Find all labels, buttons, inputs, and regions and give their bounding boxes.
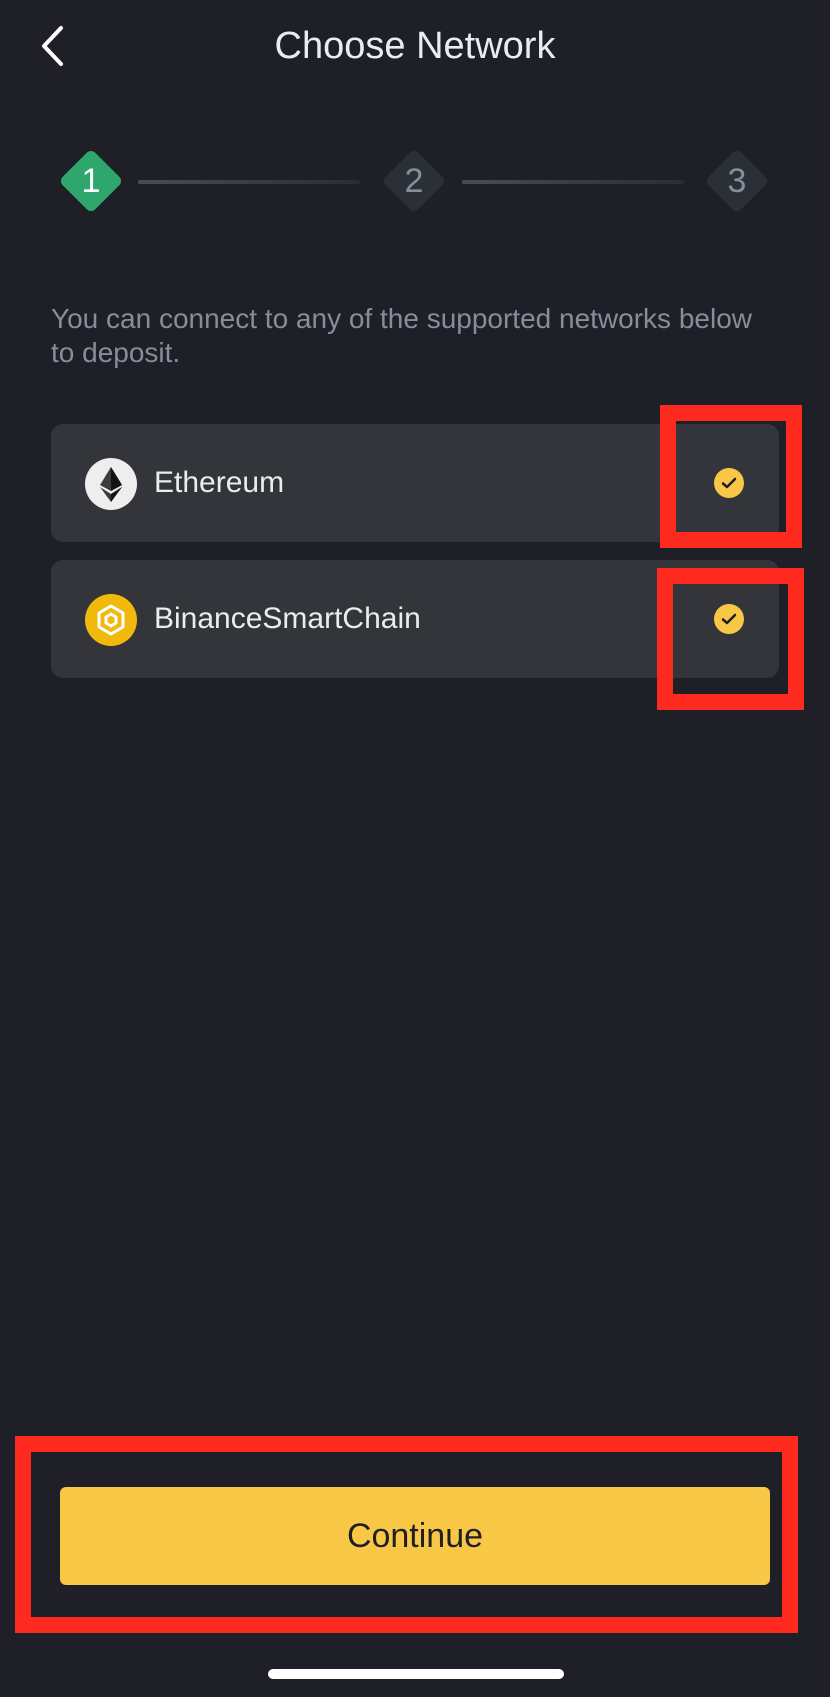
stepper: 1 2 3 [0, 140, 830, 222]
step-2: 2 [381, 148, 447, 214]
description-text: You can connect to any of the supported … [51, 303, 752, 368]
continue-button[interactable]: Continue [60, 1487, 770, 1585]
step-connector [138, 180, 360, 184]
home-indicator [268, 1669, 564, 1679]
highlight-box-ethereum-check [660, 405, 802, 548]
step-number: 3 [727, 162, 747, 200]
step-connector [462, 180, 684, 184]
highlight-box-bsc-check [657, 568, 804, 710]
ethereum-icon [85, 458, 137, 510]
bnb-icon [85, 594, 137, 646]
step-number: 1 [81, 162, 101, 200]
header: Choose Network [0, 0, 830, 92]
network-name: Ethereum [154, 466, 285, 499]
step-number: 2 [404, 162, 424, 200]
step-3: 3 [704, 148, 770, 214]
network-name: BinanceSmartChain [154, 602, 421, 635]
page-title: Choose Network [274, 25, 556, 67]
step-1: 1 [58, 148, 124, 214]
